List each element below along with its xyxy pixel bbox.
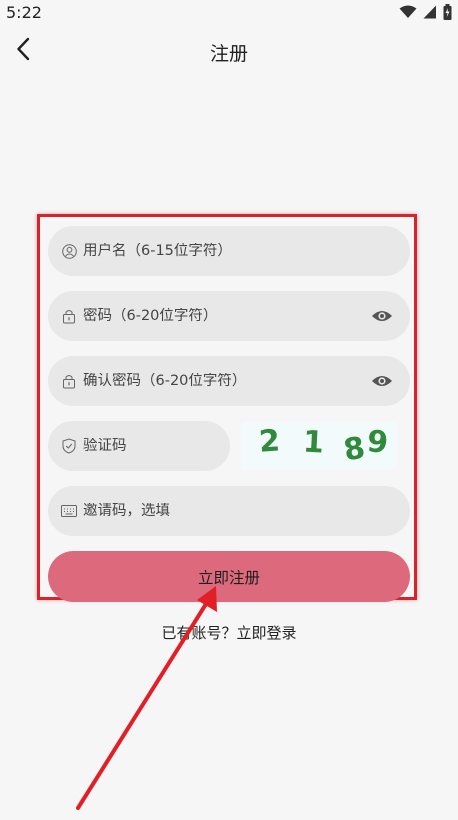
lock-icon bbox=[61, 373, 77, 389]
eye-icon[interactable] bbox=[370, 370, 394, 392]
user-icon bbox=[61, 243, 77, 259]
battery-icon bbox=[443, 4, 452, 20]
eye-icon[interactable] bbox=[370, 305, 394, 327]
captcha-char: 1 bbox=[302, 424, 325, 461]
captcha-input[interactable] bbox=[83, 438, 230, 454]
have-account-text: 已有账号？ bbox=[161, 624, 237, 642]
status-time: 5:22 bbox=[6, 3, 42, 22]
captcha-image[interactable]: 2 1 8 9 bbox=[241, 422, 397, 470]
status-bar: 5:22 bbox=[0, 0, 458, 26]
register-button[interactable]: 立即注册 bbox=[48, 551, 410, 602]
status-icons bbox=[399, 4, 452, 20]
confirm-password-input[interactable] bbox=[83, 373, 410, 389]
captcha-char: 2 bbox=[257, 423, 282, 460]
confirm-password-field[interactable] bbox=[48, 356, 410, 406]
username-field[interactable] bbox=[48, 226, 410, 276]
lock-icon bbox=[61, 308, 77, 324]
password-input[interactable] bbox=[83, 308, 410, 324]
username-input[interactable] bbox=[83, 243, 410, 259]
captcha-field[interactable] bbox=[48, 421, 230, 471]
login-link[interactable]: 立即登录 bbox=[237, 624, 297, 642]
wifi-icon bbox=[399, 5, 417, 19]
signal-icon bbox=[423, 5, 437, 19]
keyboard-icon bbox=[61, 503, 77, 519]
shield-icon bbox=[61, 438, 77, 454]
password-field[interactable] bbox=[48, 291, 410, 341]
app-bar: 注册 bbox=[0, 26, 458, 78]
invite-code-field[interactable] bbox=[48, 486, 410, 536]
login-prompt: 已有账号？立即登录 bbox=[0, 622, 458, 643]
captcha-char: 8 bbox=[341, 430, 368, 469]
page-title: 注册 bbox=[209, 43, 248, 65]
invite-code-input[interactable] bbox=[83, 503, 410, 519]
captcha-char: 9 bbox=[365, 424, 390, 461]
